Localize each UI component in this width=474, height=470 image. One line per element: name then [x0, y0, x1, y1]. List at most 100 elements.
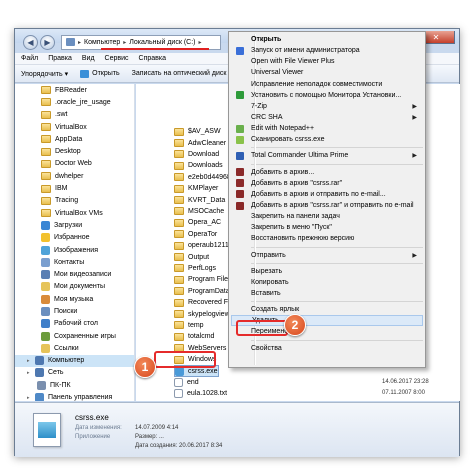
- context-menu-item[interactable]: Отправить ▶: [231, 250, 423, 261]
- file-row[interactable]: ProgramData: [174, 286, 230, 297]
- nav-item[interactable]: FBReader: [15, 84, 134, 96]
- context-menu-item[interactable]: Open with File Viewer Plus: [231, 56, 423, 67]
- nav-item[interactable]: IBM: [15, 182, 134, 194]
- context-menu-item[interactable]: 7-Zip ▶: [231, 101, 423, 112]
- folder-icon: [174, 275, 184, 284]
- nav-item[interactable]: Поиски: [15, 305, 134, 317]
- context-menu-item[interactable]: Universal Viewer: [231, 67, 423, 78]
- forward-button[interactable]: ▶: [40, 34, 55, 50]
- nav-item-label: Tracing: [55, 197, 79, 205]
- context-menu-item[interactable]: Восстановить прежнюю версию: [231, 233, 423, 244]
- file-row[interactable]: eula.1028.txt: [174, 388, 227, 399]
- back-button[interactable]: ◀: [23, 34, 38, 50]
- nav-item[interactable]: VirtualBox: [15, 121, 134, 133]
- breadcrumb-separator: ▸: [78, 39, 82, 46]
- nav-item[interactable]: Ссылки: [15, 342, 134, 354]
- menu-item[interactable]: Сервис: [105, 55, 129, 62]
- nav-item[interactable]: ▸ Панель управления: [15, 391, 134, 401]
- nav-item-label: Ссылки: [54, 344, 79, 352]
- nav-item[interactable]: ▸ Сеть: [15, 367, 134, 379]
- context-menu-label: Запуск от имени администратора: [251, 47, 360, 55]
- context-menu-item[interactable]: Total Commander Ultima Prime ▶: [231, 150, 423, 161]
- nav-item[interactable]: ПК-ПК: [15, 379, 134, 391]
- nav-item[interactable]: Мои видеозаписи: [15, 268, 134, 280]
- file-row[interactable]: skypelogview: [174, 308, 230, 319]
- file-row[interactable]: $AV_ASW: [174, 126, 221, 137]
- context-menu-item[interactable]: Копировать: [231, 277, 423, 288]
- nav-item-label: Сохраненные игры: [54, 332, 116, 340]
- file-row[interactable]: KVRT_Data: [174, 194, 225, 205]
- burn-button[interactable]: Записать на оптический диск: [132, 70, 227, 77]
- expand-arrow-icon[interactable]: ▸: [27, 395, 33, 401]
- file-row[interactable]: temp: [174, 320, 204, 331]
- breadcrumb-disk[interactable]: Локальный диск (C:): [129, 39, 195, 46]
- nav-item[interactable]: Загрузки: [15, 219, 134, 231]
- context-menu-item[interactable]: Свойства: [231, 343, 423, 354]
- context-menu-item[interactable]: Исправление неполадок совместимости: [231, 79, 423, 90]
- nav-item[interactable]: Doctor Web: [15, 158, 134, 170]
- nav-item[interactable]: Мои документы: [15, 281, 134, 293]
- context-menu-item[interactable]: Добавить в архив и отправить по e-mail..…: [231, 189, 423, 200]
- context-menu-item[interactable]: CRC SHA ▶: [231, 112, 423, 123]
- context-menu-item[interactable]: Закрепить в меню "Пуск": [231, 222, 423, 233]
- context-menu-item[interactable]: Вставить: [231, 288, 423, 299]
- nav-item[interactable]: Изображения: [15, 244, 134, 256]
- submenu-arrow-icon: ▶: [412, 252, 417, 259]
- context-menu-item[interactable]: Вырезать: [231, 266, 423, 277]
- expand-arrow-icon[interactable]: ▸: [27, 370, 33, 376]
- nav-item[interactable]: ▸ Компьютер: [15, 354, 134, 367]
- nav-item[interactable]: AppData: [15, 133, 134, 145]
- file-row[interactable]: Output: [174, 251, 209, 262]
- context-menu-item[interactable]: Открыть: [231, 34, 423, 45]
- folder-icon: [41, 86, 51, 95]
- file-row[interactable]: totalcmd: [174, 331, 214, 342]
- nav-item[interactable]: VirtualBox VMs: [15, 207, 134, 219]
- menu-item[interactable]: Вид: [82, 55, 95, 62]
- nav-item[interactable]: Избранное: [15, 232, 134, 244]
- nav-item[interactable]: .swt: [15, 109, 134, 121]
- folder-icon: [41, 196, 51, 205]
- file-name: eula.1028.txt: [187, 390, 228, 398]
- file-name: KVRT_Data: [188, 196, 226, 204]
- menu-item[interactable]: Справка: [139, 55, 166, 62]
- file-row[interactable]: Opera_AC: [174, 217, 221, 228]
- open-label: Открыть: [92, 70, 120, 77]
- menu-item[interactable]: Файл: [21, 55, 38, 62]
- context-menu-item[interactable]: Добавить в архив "csrss.rar": [231, 178, 423, 189]
- context-menu-item[interactable]: Добавить в архив "csrss.rar" и отправить…: [231, 200, 423, 211]
- nav-item[interactable]: Рабочий стол: [15, 318, 134, 330]
- context-menu-label: Открыть: [251, 36, 282, 44]
- file-row[interactable]: MSOCache: [174, 206, 224, 217]
- nav-item[interactable]: Tracing: [15, 195, 134, 207]
- file-row[interactable]: operaub1211ru: [174, 240, 235, 251]
- file-row[interactable]: Download: [174, 149, 219, 160]
- expand-arrow-icon[interactable]: ▸: [27, 358, 33, 364]
- breadcrumb-computer[interactable]: Компьютер: [84, 39, 120, 46]
- file-name: totalcmd: [188, 333, 215, 341]
- file-row[interactable]: Downloads: [174, 160, 223, 171]
- context-menu-item[interactable]: Создать ярлык: [231, 304, 423, 315]
- open-button[interactable]: Открыть: [80, 69, 120, 78]
- nav-item[interactable]: .oracle_jre_usage: [15, 96, 134, 108]
- file-row[interactable]: AdwCleaner: [174, 137, 226, 148]
- file-row[interactable]: KMPlayer: [174, 183, 218, 194]
- file-row[interactable]: eula.1031.txt: [174, 400, 227, 401]
- nav-item[interactable]: Desktop: [15, 145, 134, 157]
- organize-button[interactable]: Упорядочить ▾: [21, 70, 68, 78]
- context-menu-item[interactable]: Edit with Notepad++: [231, 123, 423, 134]
- context-menu-item[interactable]: Закрепить на панели задач: [231, 211, 423, 222]
- context-menu-item[interactable]: Запуск от имени администратора: [231, 45, 423, 56]
- file-row[interactable]: Program Files: [174, 274, 232, 285]
- nav-item[interactable]: Контакты: [15, 256, 134, 268]
- file-row[interactable]: PerfLogs: [174, 263, 216, 274]
- file-row[interactable]: end: [174, 377, 199, 388]
- context-menu-item[interactable]: Добавить в архив...: [231, 167, 423, 178]
- menu-item[interactable]: Правка: [48, 55, 72, 62]
- nav-item[interactable]: Сохраненные игры: [15, 330, 134, 342]
- file-row[interactable]: OperaTor: [174, 229, 217, 240]
- nav-item[interactable]: dwhelper: [15, 170, 134, 182]
- nav-item[interactable]: Моя музыка: [15, 293, 134, 305]
- step-badge-1: 1: [134, 356, 156, 378]
- context-menu-item[interactable]: Установить с помощью Монитора Установки.…: [231, 90, 423, 101]
- context-menu-item[interactable]: Сканировать csrss.exe: [231, 134, 423, 145]
